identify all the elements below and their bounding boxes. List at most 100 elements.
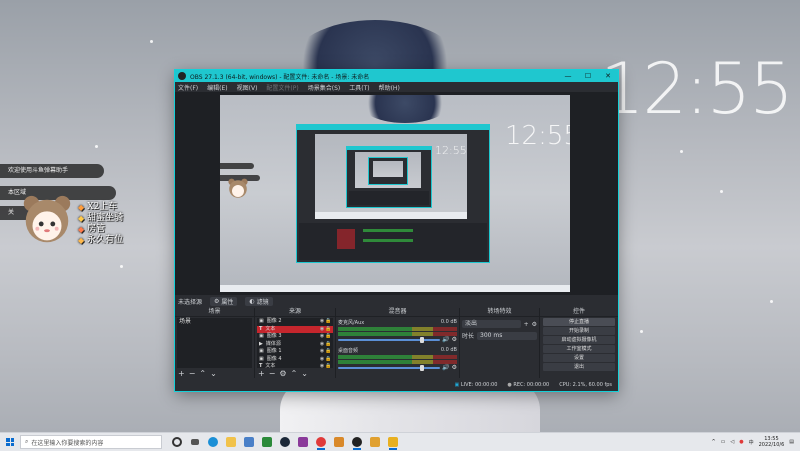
source-settings-icon[interactable]: ⚙ xyxy=(279,369,286,378)
preview-canvas[interactable]: 12:55 12:55 xyxy=(220,95,570,292)
nested-docks xyxy=(299,223,487,260)
steam-icon[interactable] xyxy=(276,433,294,451)
close-button[interactable]: ✕ xyxy=(598,72,618,80)
start-recording-button[interactable]: 开始录制 xyxy=(543,327,615,335)
gear-icon[interactable]: ⚙ xyxy=(452,364,457,371)
properties-button[interactable]: ⚙ 属性 xyxy=(210,296,238,306)
nested-desktop-taskbar xyxy=(220,285,570,292)
studio-mode-button[interactable]: 工作室模式 xyxy=(543,345,615,353)
add-scene-button[interactable]: + xyxy=(178,369,185,378)
source-item[interactable]: ▣ 图像 4 ◉ 🔒 xyxy=(257,356,333,364)
speaker-icon[interactable]: 🔊 xyxy=(442,336,449,343)
rec-icon: ● xyxy=(507,381,512,388)
add-source-button[interactable]: + xyxy=(258,369,265,378)
remove-scene-button[interactable]: − xyxy=(189,369,196,378)
lock-icon[interactable]: 🔒 xyxy=(325,318,331,326)
obs-titlebar[interactable]: OBS 27.1.3 (64-bit, windows) - 配置文件: 未命名… xyxy=(175,70,618,82)
lock-icon[interactable]: 🔒 xyxy=(325,333,331,341)
app-icon[interactable] xyxy=(330,433,348,451)
exit-button[interactable]: 退出 xyxy=(543,363,615,371)
source-item[interactable]: ▶ 媒体源 ◉ 🔒 xyxy=(257,341,333,349)
source-item[interactable]: ▣ 图像 2 ◉ 🔒 xyxy=(257,318,333,326)
mixer-dock: 混音器 麦克风/Aux 0.0 dB 🔊 ⚙ 桌面音频 0.0 dB 🔊 ⚙ xyxy=(336,308,459,378)
app-icon[interactable] xyxy=(240,433,258,451)
stop-streaming-button[interactable]: 停止直播 xyxy=(543,318,615,326)
minimize-button[interactable]: — xyxy=(558,72,578,80)
network-icon[interactable]: ▭ xyxy=(721,439,726,445)
volume-meter xyxy=(338,360,457,364)
notification-icon[interactable]: ▤ xyxy=(789,439,794,445)
remove-source-button[interactable]: − xyxy=(269,369,276,378)
volume-fader[interactable]: 🔊 ⚙ xyxy=(338,364,457,371)
file-explorer-icon[interactable] xyxy=(222,433,240,451)
lock-icon[interactable]: 🔒 xyxy=(325,356,331,364)
menu-scene-collection[interactable]: 场景集合(S) xyxy=(308,83,341,92)
wallpaper-star xyxy=(95,145,98,148)
start-button[interactable] xyxy=(0,433,20,451)
tray-clock[interactable]: 13:55 2022/10/6 xyxy=(759,436,785,448)
ime-icon[interactable]: 中 xyxy=(749,439,754,446)
move-down-icon[interactable]: ⌄ xyxy=(210,369,217,378)
live-status: ▣ LIVE: 00:00:00 xyxy=(454,381,498,388)
lock-icon[interactable]: 🔒 xyxy=(325,326,331,334)
move-up-icon[interactable]: ⌃ xyxy=(291,369,298,378)
cortana-icon[interactable] xyxy=(168,433,186,451)
text-icon: T xyxy=(259,325,263,332)
volume-icon[interactable]: ◁ xyxy=(730,439,734,445)
douyu-icon[interactable] xyxy=(312,433,330,451)
filters-button[interactable]: ◐ 滤镜 xyxy=(245,296,273,306)
source-toolbar: 未选择源 ⚙ 属性 ◐ 滤镜 xyxy=(175,295,618,307)
menu-help[interactable]: 帮助(H) xyxy=(379,83,400,92)
move-up-icon[interactable]: ⌃ xyxy=(199,369,206,378)
task-view-icon[interactable] xyxy=(186,433,204,451)
chevron-up-icon[interactable]: ^ xyxy=(711,439,715,445)
scene-item[interactable]: 场景 xyxy=(177,318,252,326)
nested-meter xyxy=(363,229,413,232)
nested-wallpaper-hair xyxy=(360,95,450,123)
app-icon[interactable] xyxy=(294,433,312,451)
nested-preview: 12:55 xyxy=(315,134,467,219)
source-item[interactable]: ▣ 图像 3 ◉ 🔒 xyxy=(257,333,333,341)
app-tray-icon[interactable]: ● xyxy=(739,439,743,445)
add-transition-button[interactable]: + xyxy=(524,321,529,328)
filter-icon: ◐ xyxy=(249,297,255,305)
volume-fader[interactable]: 🔊 ⚙ xyxy=(338,336,457,343)
gear-icon[interactable]: ⚙ xyxy=(532,321,537,328)
menu-profile[interactable]: 配置文件(P) xyxy=(266,83,298,92)
settings-button[interactable]: 设置 xyxy=(543,354,615,362)
system-tray: ^ ▭ ◁ ● 中 13:55 2022/10/6 ▤ xyxy=(711,436,800,448)
transition-select[interactable]: 淡出 xyxy=(462,320,521,328)
volume-meter xyxy=(338,332,457,336)
app-icon[interactable] xyxy=(366,433,384,451)
nested-clock: 12:55 xyxy=(505,121,570,151)
start-virtual-camera-button[interactable]: 启动虚拟摄像机 xyxy=(543,336,615,344)
obs-icon[interactable] xyxy=(348,433,366,451)
duration-input[interactable]: 300 ms xyxy=(477,331,537,340)
lock-icon[interactable]: 🔒 xyxy=(325,348,331,356)
lock-icon[interactable]: 🔒 xyxy=(325,341,331,349)
speaker-icon[interactable]: 🔊 xyxy=(442,364,449,371)
duration-row: 时长 300 ms xyxy=(462,331,537,340)
wallpaper-star xyxy=(680,150,683,153)
gear-icon[interactable]: ⚙ xyxy=(452,336,457,343)
menu-view[interactable]: 视图(V) xyxy=(237,83,258,92)
menu-file[interactable]: 文件(F) xyxy=(178,83,198,92)
wallpaper-star xyxy=(150,40,153,43)
nested-titlebar xyxy=(297,125,489,130)
menu-tools[interactable]: 工具(T) xyxy=(349,83,369,92)
app-icon[interactable] xyxy=(384,433,402,451)
nested-taskbar xyxy=(315,212,467,219)
source-item[interactable]: ▣ 图像 1 ◉ 🔒 xyxy=(257,348,333,356)
legend-item: ◆ 永久有位 xyxy=(78,235,124,245)
live-icon: ▣ xyxy=(454,381,460,388)
taskbar-search[interactable]: ⌕ 在这里输入你要搜索的内容 xyxy=(20,435,162,449)
menu-edit[interactable]: 编辑(E) xyxy=(207,83,227,92)
move-down-icon[interactable]: ⌄ xyxy=(301,369,308,378)
edge-icon[interactable] xyxy=(204,433,222,451)
scenes-dock-title: 场景 xyxy=(175,308,254,317)
fader-knob[interactable] xyxy=(419,364,424,371)
maximize-button[interactable]: ☐ xyxy=(578,72,598,80)
fader-knob[interactable] xyxy=(419,336,424,343)
source-item-selected[interactable]: T 文本 ◉ 🔒 xyxy=(257,325,333,334)
settings-app-icon[interactable] xyxy=(258,433,276,451)
